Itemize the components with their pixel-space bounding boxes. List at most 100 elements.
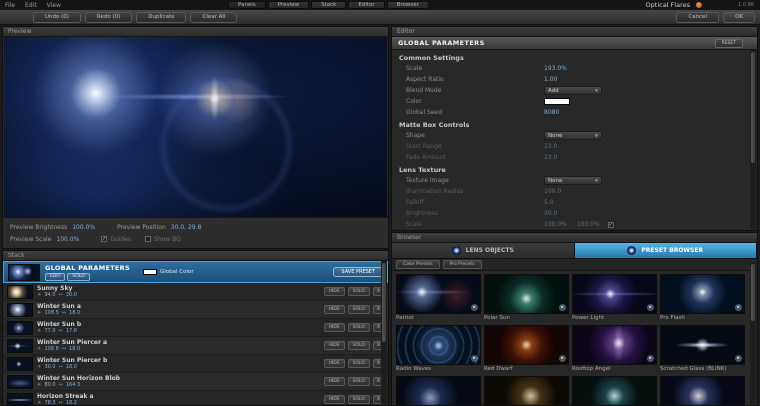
preset-item[interactable]: ▸ Radio Waves — [396, 325, 481, 373]
scale-value[interactable]: 18.2 — [66, 401, 77, 406]
link-scale-checkbox[interactable]: ✓ — [608, 222, 614, 228]
preset-thumbnail[interactable]: ▸ — [660, 376, 745, 406]
clear-all-button[interactable]: Clear All — [190, 12, 237, 23]
scale-value[interactable]: 193.0% — [544, 65, 567, 72]
hide-button[interactable]: HIDE — [324, 359, 345, 368]
texture-image-dropdown[interactable]: None▼ — [544, 176, 602, 185]
redo-button[interactable]: Redo (0) — [85, 12, 132, 23]
solo-button[interactable]: SOLO — [348, 323, 370, 332]
hide-button[interactable]: HIDE — [324, 341, 345, 350]
solo-button[interactable]: SOLO — [348, 341, 370, 350]
apply-preset-icon[interactable]: ▸ — [735, 355, 742, 362]
browser-scrollbar[interactable] — [750, 262, 756, 404]
blend-mode-dropdown[interactable]: Add▼ — [544, 86, 602, 95]
tab-lens-objects[interactable]: LENS OBJECTS — [392, 243, 575, 258]
scale-value[interactable]: 17.8 — [66, 329, 77, 334]
editor-scrollbar[interactable] — [750, 50, 756, 229]
solo-button[interactable]: SOLO — [348, 359, 370, 368]
save-preset-button[interactable]: SAVE PRESET — [333, 267, 383, 277]
apply-preset-icon[interactable]: ▸ — [735, 304, 742, 311]
pro-presets-button[interactable]: Pro Presets — [443, 260, 482, 269]
preset-thumbnail[interactable]: ▸ — [484, 274, 569, 314]
shape-dropdown[interactable]: None▼ — [544, 131, 602, 140]
hide-button[interactable]: HIDE — [324, 287, 345, 296]
scale-value[interactable]: 18.0 — [69, 347, 80, 352]
show-bg-checkbox[interactable]: ✓ — [145, 236, 151, 242]
tab-preview[interactable]: Preview — [268, 1, 309, 9]
preset-thumbnail[interactable]: ▸ — [484, 325, 569, 365]
apply-preset-icon[interactable]: ▸ — [471, 304, 478, 311]
hide-button[interactable]: HIDE — [324, 377, 345, 386]
preset-thumbnail[interactable]: ▸ — [396, 325, 481, 365]
brightness-value[interactable]: 30.0 — [44, 365, 55, 370]
hide-button[interactable]: HIDE — [324, 305, 345, 314]
preset-item[interactable]: ▸ Scratched Glass (BLINK) — [660, 325, 745, 373]
brightness-value[interactable]: 78.3 — [44, 401, 55, 406]
stack-row[interactable]: Sunny Sky ☀ 94.0 ↔ 30.0 HIDE SOLO X — [3, 283, 388, 301]
preview-scale-value[interactable]: 100.0% — [56, 236, 79, 243]
stack-row[interactable]: Winter Sun b ☀ 77.0 ↔ 17.8 HIDE SOLO X — [3, 319, 388, 337]
hide-button[interactable]: HIDE — [324, 395, 345, 404]
preset-item[interactable]: ▸ — [484, 376, 569, 406]
stack-row[interactable]: Horizon Streak a ☀ 78.3 ↔ 18.2 HIDE SOLO… — [3, 391, 388, 406]
brightness-value[interactable]: 108.5 — [44, 311, 58, 316]
preset-thumbnail[interactable]: ▸ — [660, 274, 745, 314]
menu-view[interactable]: View — [42, 2, 66, 9]
stack-row[interactable]: Winter Sun Piercer b ☀ 30.0 ↔ 18.0 HIDE … — [3, 355, 388, 373]
tab-stack[interactable]: Stack — [311, 1, 346, 9]
solo-button[interactable]: SOLO — [348, 287, 370, 296]
brightness-value[interactable]: 77.0 — [44, 329, 55, 334]
global-solo-button[interactable]: SOLO — [67, 273, 89, 281]
stack-row[interactable]: Winter Sun Horizon Blob ☀ 80.0 ↔ 164.3 H… — [3, 373, 388, 391]
brightness-value[interactable]: 108.8 — [44, 347, 58, 352]
apply-preset-icon[interactable]: ▸ — [559, 304, 566, 311]
brightness-value[interactable]: 94.0 — [44, 293, 55, 298]
guides-checkbox[interactable]: ✓ — [101, 236, 107, 242]
solo-button[interactable]: SOLO — [348, 377, 370, 386]
preset-item[interactable]: ▸ Patriot — [396, 274, 481, 322]
stack-scrollbar[interactable] — [381, 261, 387, 404]
aspect-ratio-value[interactable]: 1.00 — [544, 76, 557, 83]
preset-item[interactable]: ▸ Red Dwarf — [484, 325, 569, 373]
stack-row[interactable]: Winter Sun Piercer a ☀ 108.8 ↔ 18.0 HIDE… — [3, 337, 388, 355]
preset-thumbnail[interactable]: ▸ — [396, 376, 481, 406]
cancel-button[interactable]: Cancel — [676, 12, 719, 23]
preset-thumbnail[interactable]: ▸ — [572, 376, 657, 406]
hide-button[interactable]: HIDE — [324, 323, 345, 332]
tab-browser[interactable]: Browser — [387, 1, 429, 9]
preset-item[interactable]: ▸ Pro Flash — [660, 274, 745, 322]
undo-button[interactable]: Undo (0) — [33, 12, 81, 23]
preset-item[interactable]: ▸ — [660, 376, 745, 406]
tab-preset-browser[interactable]: PRESET BROWSER — [575, 243, 758, 258]
preset-item[interactable]: ▸ Rooftop Angel — [572, 325, 657, 373]
reset-button[interactable]: RESET — [715, 39, 743, 48]
preview-brightness-value[interactable]: 100.0% — [72, 224, 95, 231]
lens-flare-preview[interactable] — [4, 37, 387, 218]
preset-thumbnail[interactable]: ▸ — [572, 274, 657, 314]
apply-preset-icon[interactable]: ▸ — [559, 355, 566, 362]
preset-item[interactable]: ▸ — [572, 376, 657, 406]
color-swatch[interactable] — [544, 98, 570, 105]
global-parameters-row[interactable]: GLOBAL PARAMETERS EDIT SOLO Global Color… — [3, 261, 388, 283]
global-color-swatch[interactable] — [143, 269, 157, 275]
menu-file[interactable]: File — [0, 2, 20, 9]
preview-position-value[interactable]: 30.0, 29.8 — [171, 224, 202, 231]
scale-value[interactable]: 18.0 — [69, 311, 80, 316]
preset-item[interactable]: ▸ Power Light — [572, 274, 657, 322]
preset-thumbnail[interactable]: ▸ — [396, 274, 481, 314]
apply-preset-icon[interactable]: ▸ — [647, 304, 654, 311]
preset-thumbnail[interactable]: ▸ — [572, 325, 657, 365]
stack-row[interactable]: Winter Sun a ☀ 108.5 ↔ 18.0 HIDE SOLO X — [3, 301, 388, 319]
solo-button[interactable]: SOLO — [348, 305, 370, 314]
apply-preset-icon[interactable]: ▸ — [647, 355, 654, 362]
apply-preset-icon[interactable]: ▸ — [471, 355, 478, 362]
global-edit-button[interactable]: EDIT — [45, 273, 65, 281]
tab-editor[interactable]: Editor — [348, 1, 384, 9]
scale-value[interactable]: 164.3 — [66, 383, 80, 388]
global-seed-value[interactable]: 8080 — [544, 109, 559, 116]
color-presets-button[interactable]: Color Presets — [396, 260, 440, 269]
preset-thumbnail[interactable]: ▸ — [660, 325, 745, 365]
duplicate-button[interactable]: Duplicate — [136, 12, 186, 23]
ok-button[interactable]: OK — [723, 12, 755, 23]
preset-item[interactable]: ▸ Polar Sun — [484, 274, 569, 322]
